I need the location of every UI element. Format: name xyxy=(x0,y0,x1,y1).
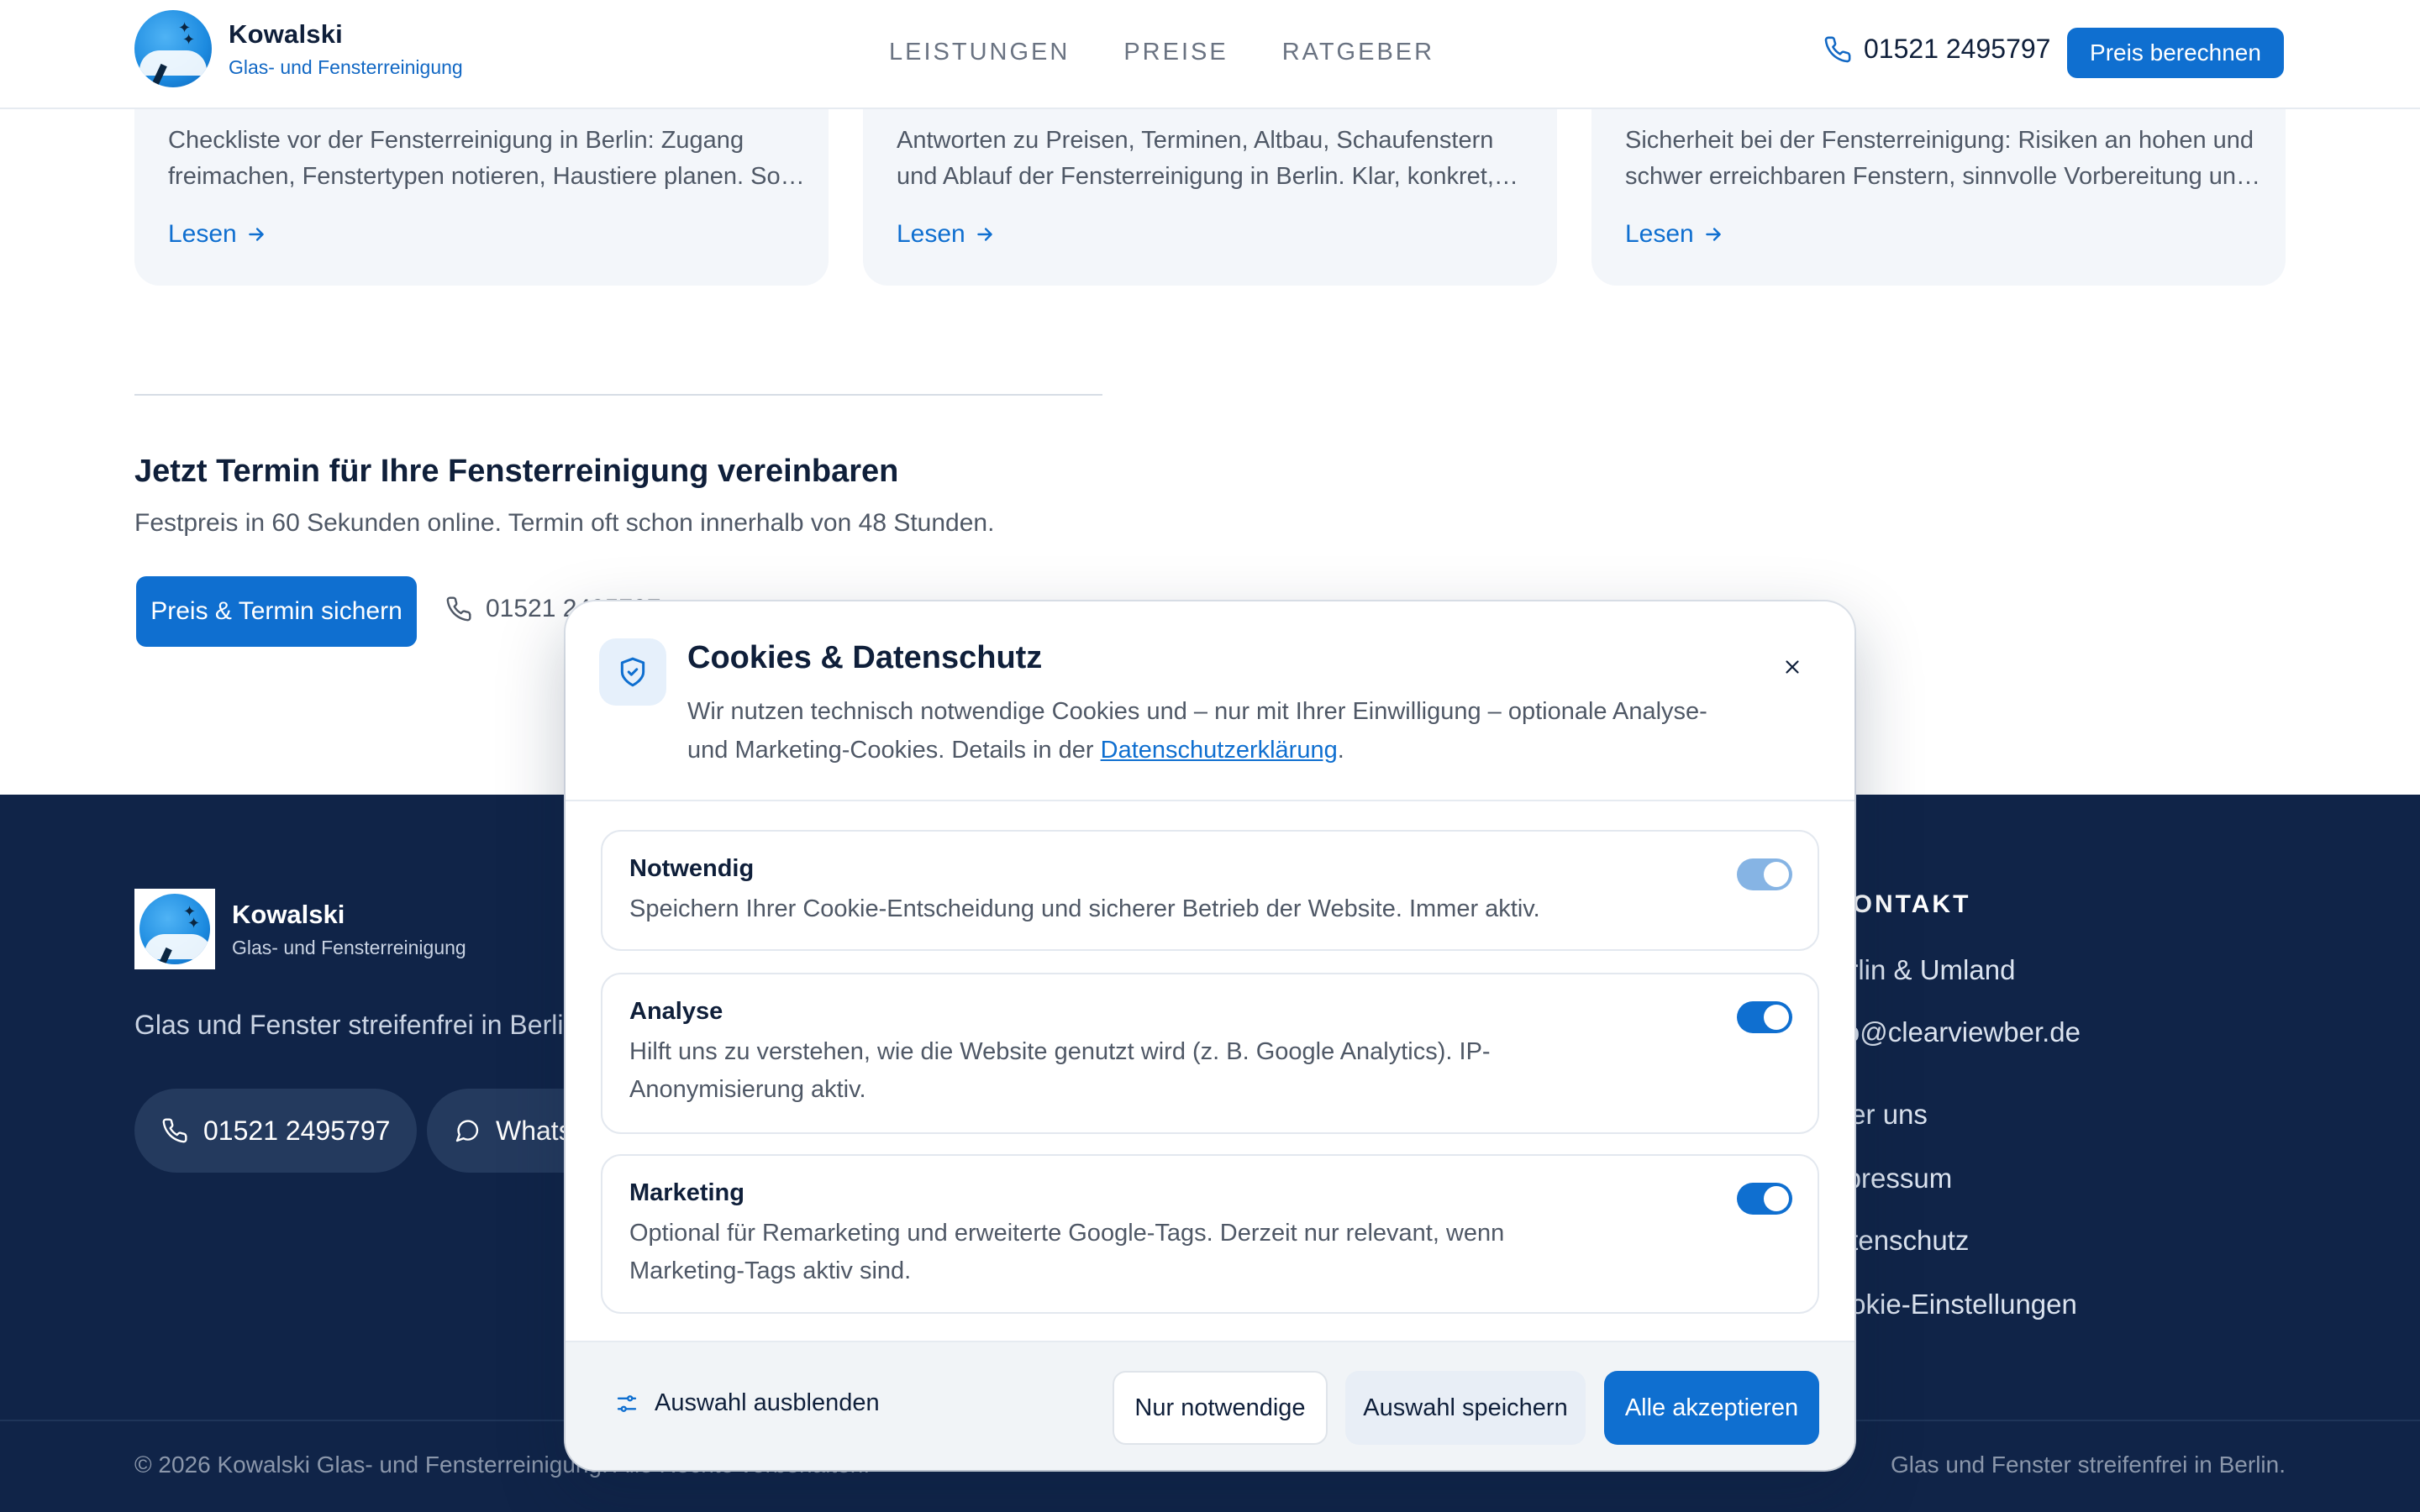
main-nav: LEISTUNGEN PREISE RATGEBER xyxy=(889,39,1434,66)
marketing-toggle[interactable] xyxy=(1737,1183,1792,1215)
option-title: Marketing xyxy=(629,1179,744,1206)
accept-all-button[interactable]: Alle akzeptieren xyxy=(1604,1371,1819,1445)
dialog-divider xyxy=(566,800,1854,801)
book-appointment-button[interactable]: Preis & Termin sichern xyxy=(136,576,417,647)
footer-brand-subtitle: Glas- und Fensterreinigung xyxy=(232,936,466,958)
privacy-policy-link[interactable]: Datenschutzerklärung xyxy=(1101,737,1338,764)
footer-email-link[interactable]: info@clearviewber.de xyxy=(1815,1016,2081,1048)
header-phone-link[interactable]: 01521 2495797 xyxy=(1823,34,2050,65)
option-title: Analyse xyxy=(629,998,723,1025)
footer-tagline: Glas und Fenster streifenfrei in Berlin. xyxy=(134,1010,587,1040)
footer-brand-name: Kowalski xyxy=(232,899,345,929)
shield-check-icon xyxy=(599,638,666,706)
arrow-right-icon xyxy=(1705,228,1721,241)
brand-logo-link[interactable]: ✦ ✦ Kowalski Glas- und Fensterreinigung xyxy=(134,10,463,87)
read-link[interactable]: Lesen xyxy=(1625,220,1724,249)
article-excerpt: Checkliste vor der Fensterreinigung in B… xyxy=(168,127,805,190)
dialog-description: Wir nutzen technisch notwendige Cookies … xyxy=(687,692,1721,769)
nav-ratgeber[interactable]: RATGEBER xyxy=(1282,39,1434,66)
sliders-icon xyxy=(617,1394,637,1412)
arrow-right-icon xyxy=(976,228,992,241)
necessary-toggle xyxy=(1737,858,1792,890)
hide-selection-button[interactable]: Auswahl ausblenden xyxy=(614,1389,880,1417)
read-link[interactable]: Lesen xyxy=(897,220,996,249)
cta-title: Jetzt Termin für Ihre Fensterreinigung v… xyxy=(134,454,899,489)
logo-icon: ✦ ✦ xyxy=(134,10,212,87)
read-link-label: Lesen xyxy=(897,220,965,248)
brand-name: Kowalski xyxy=(229,18,343,49)
option-description: Hilft uns zu verstehen, wie die Website … xyxy=(629,1038,1491,1103)
dialog-title: Cookies & Datenschutz xyxy=(687,640,1043,675)
footer-logo-icon: ✦ ✦ xyxy=(134,889,215,969)
phone-icon xyxy=(162,1118,187,1143)
save-selection-button[interactable]: Auswahl speichern xyxy=(1345,1371,1586,1445)
arrow-right-icon xyxy=(248,228,264,241)
footer-claim: Glas und Fenster streifenfrei in Berlin. xyxy=(1891,1452,2286,1478)
footer-phone-pill[interactable]: 01521 2495797 xyxy=(134,1089,418,1173)
analytics-toggle[interactable] xyxy=(1737,1001,1792,1033)
nav-preise[interactable]: PREISE xyxy=(1123,39,1228,66)
option-description: Optional für Remarketing und erweiterte … xyxy=(629,1220,1505,1284)
cookie-option-marketing: Marketing Optional für Remarketing und e… xyxy=(601,1154,1819,1314)
site-header: ✦ ✦ Kowalski Glas- und Fensterreinigung … xyxy=(0,0,2420,109)
read-link-label: Lesen xyxy=(1625,220,1694,248)
dialog-description-end: . xyxy=(1337,737,1344,764)
option-description: Speichern Ihrer Cookie-Entscheidung und … xyxy=(629,895,1540,922)
footer-phone-number: 01521 2495797 xyxy=(203,1115,391,1146)
dialog-actions: Auswahl ausblenden Nur notwendige Auswah… xyxy=(566,1341,1854,1470)
hide-selection-label: Auswahl ausblenden xyxy=(655,1389,880,1416)
header-phone-number: 01521 2495797 xyxy=(1864,34,2051,64)
cookie-consent-dialog: Cookies & Datenschutz Wir nutzen technis… xyxy=(566,601,1854,1470)
article-excerpt: Sicherheit bei der Fensterreinigung: Ris… xyxy=(1625,127,2261,190)
footer-brand[interactable]: ✦ ✦ Kowalski Glas- und Fensterreinigung xyxy=(134,889,466,969)
phone-icon xyxy=(446,596,471,622)
read-link-label: Lesen xyxy=(168,220,237,248)
price-calc-button[interactable]: Preis berechnen xyxy=(2067,28,2284,78)
whatsapp-icon xyxy=(455,1120,479,1142)
read-link[interactable]: Lesen xyxy=(168,220,267,249)
close-icon[interactable] xyxy=(1776,650,1809,684)
cookie-option-necessary: Notwendig Speichern Ihrer Cookie-Entsche… xyxy=(601,830,1819,951)
cta-subtitle: Festpreis in 60 Sekunden online. Termin … xyxy=(134,509,995,537)
necessary-only-button[interactable]: Nur notwendige xyxy=(1113,1371,1328,1445)
option-title: Notwendig xyxy=(629,855,755,882)
nav-leistungen[interactable]: LEISTUNGEN xyxy=(889,39,1070,66)
section-divider xyxy=(134,394,1102,396)
phone-icon xyxy=(1824,36,1851,62)
cookie-option-analytics: Analyse Hilft uns zu verstehen, wie die … xyxy=(601,973,1819,1134)
brand-subtitle: Glas- und Fensterreinigung xyxy=(229,55,463,78)
article-excerpt: Antworten zu Preisen, Terminen, Altbau, … xyxy=(897,127,1518,190)
